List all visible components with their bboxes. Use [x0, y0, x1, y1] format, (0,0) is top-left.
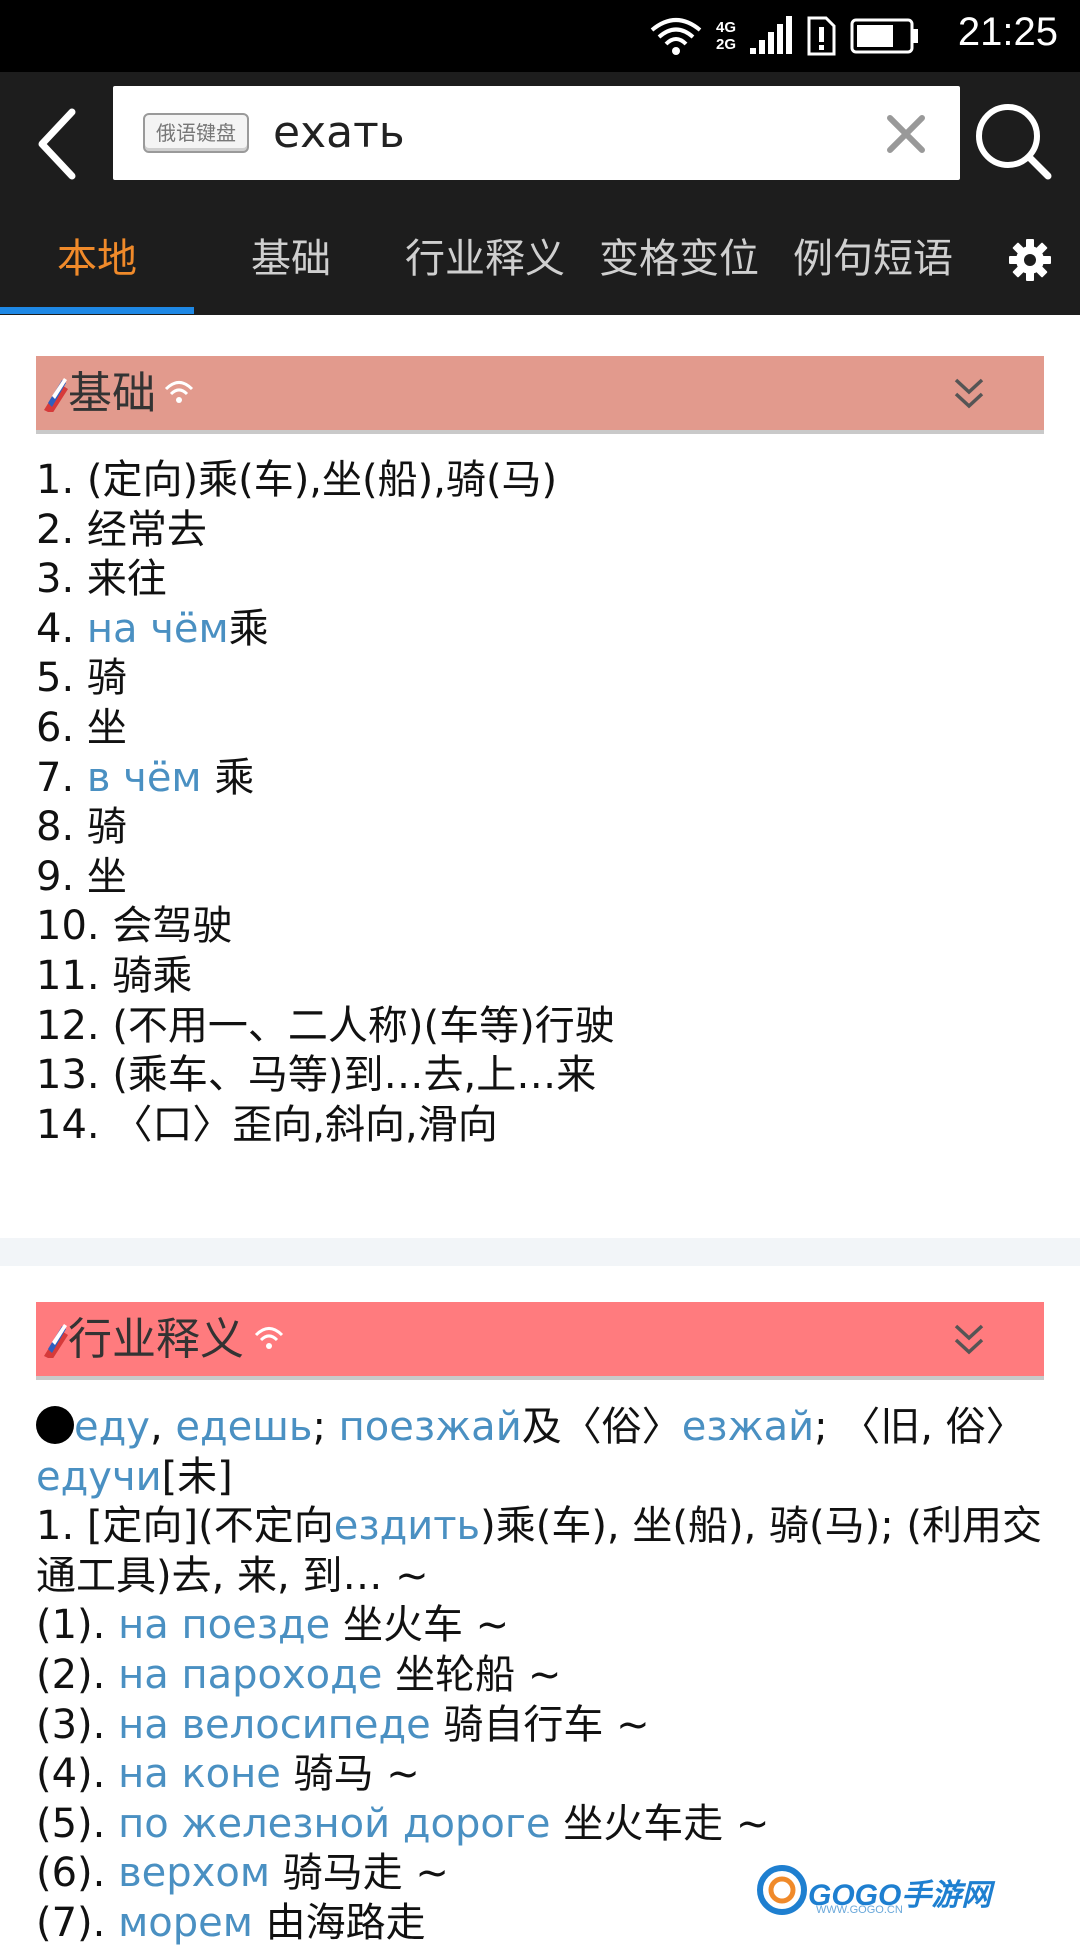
wifi-icon — [650, 18, 702, 55]
russian-flag-icon — [44, 1324, 68, 1358]
russian-link[interactable]: морем — [118, 1900, 253, 1946]
russian-link[interactable]: едешь — [175, 1404, 312, 1450]
back-button[interactable] — [20, 94, 110, 194]
russian-link[interactable]: едучи — [36, 1454, 162, 1500]
russian-link[interactable]: езжай — [682, 1404, 814, 1450]
russian-link[interactable]: на велосипеде — [118, 1702, 431, 1748]
watermark: GOGO手游网 WWW.GOGO.CN — [756, 1860, 996, 1920]
search-icon — [976, 104, 1052, 180]
back-arrow-icon — [38, 108, 76, 180]
list-item: 5. 骑 — [36, 655, 127, 702]
list-item: (3). на велосипеде 骑自行车 ~ — [36, 1701, 650, 1748]
list-item: 1. (定向)乘(车),坐(船),骑(马) — [36, 457, 558, 503]
clock: 21:25 — [957, 10, 1058, 54]
definition-1: 1. [定向](不定向ездить)乘(车), 坐(船), 骑(马); (利用交… — [36, 1503, 1043, 1599]
list-item: 2. 经常去 — [36, 506, 207, 553]
russian-link[interactable]: на чём — [87, 606, 229, 652]
search-box[interactable]: 俄语键盘 ехать — [113, 86, 960, 180]
signal-icon — [750, 16, 792, 54]
clear-button[interactable] — [882, 110, 930, 158]
list-item: 14. 〈口〉歪向,斜向,滑向 — [36, 1101, 498, 1148]
tab-industry[interactable]: 行业释义 — [388, 212, 582, 307]
tab-basic[interactable]: 基础 — [194, 212, 388, 307]
russian-link[interactable]: ездить — [334, 1503, 480, 1549]
tab-bar: 本地 基础 行业释义 变格变位 例句短语 — [0, 212, 1080, 315]
list-item: 10. 会驾驶 — [36, 903, 233, 950]
watermark-logo-icon — [757, 1865, 807, 1915]
list-item: 12. (不用一、二人称)(车等)行驶 — [36, 1002, 615, 1049]
list-item: (2). на пароходе 坐轮船 ~ — [36, 1651, 562, 1698]
russian-link[interactable]: на поезде — [118, 1602, 330, 1648]
app-header: 俄语键盘 ехать 本地 基础 行业释义 变格变位 例句短语 — [0, 72, 1080, 315]
section-basic-title: 基础 — [68, 368, 156, 419]
section-basic-header[interactable]: 基础 — [36, 356, 1044, 434]
section-industry-title: 行业释义 — [68, 1314, 244, 1365]
russian-link[interactable]: по железной дороге — [118, 1801, 550, 1847]
list-item: 11. 骑乘 — [36, 952, 193, 999]
list-item: 6. 坐 — [36, 704, 127, 751]
list-item: 13. (乘车、马等)到…去,上…来 — [36, 1052, 597, 1099]
status-icons: 4G 2G — [650, 14, 920, 58]
network-type: 4G 2G — [716, 19, 736, 53]
russian-link[interactable]: на коне — [118, 1751, 281, 1797]
active-tab-indicator — [0, 307, 194, 314]
tab-declension[interactable]: 变格变位 — [582, 212, 776, 307]
list-item: 4. на чём乘 — [36, 605, 269, 652]
tab-examples[interactable]: 例句短语 — [776, 212, 970, 307]
russian-flag-icon — [44, 378, 68, 412]
list-item: (4). на коне 骑马 ~ — [36, 1751, 420, 1798]
russian-link[interactable]: верхом — [118, 1850, 270, 1896]
word-forms: еду, едешь; поезжай及〈俗〉езжай; 〈旧, 俗〉 едуч… — [36, 1404, 1026, 1500]
sim-alert-icon — [807, 16, 836, 56]
list-item: 7. в чём 乘 — [36, 754, 255, 801]
list-item: 3. 来往 — [36, 556, 167, 603]
list-item: 9. 坐 — [36, 853, 127, 900]
basic-definition-list: 1. (定向)乘(车),坐(船),骑(马) 2. 经常去 3. 来往 4. на… — [36, 456, 615, 1150]
network-label-bottom: 2G — [715, 36, 736, 53]
russian-link[interactable]: еду — [74, 1404, 150, 1450]
online-icon — [164, 381, 194, 403]
close-icon — [887, 115, 925, 153]
gear-icon — [1009, 239, 1051, 281]
russian-link[interactable]: поезжай — [339, 1404, 522, 1450]
watermark-subtext: WWW.GOGO.CN — [816, 1904, 903, 1916]
chevron-double-down-icon[interactable] — [952, 374, 986, 414]
list-item: (1). на поезде 坐火车 ~ — [36, 1602, 510, 1649]
section-industry-header[interactable]: 行业释义 — [36, 1302, 1044, 1380]
russian-link[interactable]: на пароходе — [118, 1652, 382, 1698]
tab-local[interactable]: 本地 — [0, 212, 194, 307]
russian-keyboard-button[interactable]: 俄语键盘 — [143, 113, 249, 153]
status-bar: 4G 2G 21:25 — [0, 0, 1080, 72]
online-icon — [254, 1327, 284, 1349]
section-divider — [0, 1238, 1080, 1266]
chevron-double-down-icon[interactable] — [952, 1320, 986, 1360]
network-label-top: 4G — [715, 19, 736, 36]
list-item: 8. 骑 — [36, 804, 127, 851]
search-button[interactable] — [970, 98, 1056, 184]
russian-link[interactable]: в чём — [87, 755, 214, 801]
settings-button[interactable] — [1008, 238, 1052, 282]
bullet-icon — [36, 1406, 74, 1444]
list-item: (5). по железной дороге 坐火车走 ~ — [36, 1800, 770, 1847]
battery-icon — [850, 18, 918, 54]
search-input[interactable]: ехать — [273, 102, 405, 164]
